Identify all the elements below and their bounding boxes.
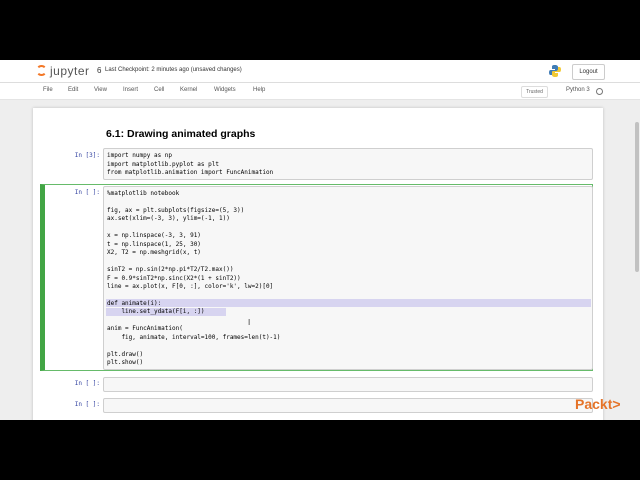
notebook-container: 6.1: Drawing animated graphs In [3]: imp… xyxy=(33,108,603,420)
cell-prompt: In [ ]: xyxy=(74,401,100,408)
jupyter-logo[interactable]: jupyter xyxy=(36,64,96,80)
cell-prompt: In [3]: xyxy=(74,152,100,159)
code-line: plt.show() xyxy=(107,359,144,366)
menu-view[interactable]: View xyxy=(94,87,107,93)
menu-file[interactable]: File xyxy=(43,87,53,93)
empty-code-cell[interactable] xyxy=(103,377,593,392)
logout-button[interactable]: Logout xyxy=(572,64,605,80)
code-line: plt.draw() xyxy=(107,350,144,358)
code-line: %matplotlib notebook xyxy=(107,190,180,197)
menu-insert[interactable]: Insert xyxy=(123,87,138,93)
code-line: def animate(i): xyxy=(107,299,162,307)
notebook-header: jupyter 6 Last Checkpoint: 2 minutes ago… xyxy=(0,60,640,83)
page-scrollbar[interactable] xyxy=(634,122,640,274)
python-logo-icon xyxy=(549,65,561,77)
text-cursor-icon: I xyxy=(248,318,251,327)
code-cell-imports[interactable]: import numpy as np import matplotlib.pyp… xyxy=(103,148,593,180)
empty-code-cell[interactable] xyxy=(103,398,593,413)
menu-bar: File Edit View Insert Cell Kernel Widget… xyxy=(0,83,640,100)
code-line: sinT2 = np.sin(2*np.pi*T2/T2.max()) xyxy=(107,266,234,274)
menu-cell[interactable]: Cell xyxy=(154,87,164,93)
packt-watermark: Packt> xyxy=(575,396,621,412)
trusted-badge[interactable]: Trusted xyxy=(521,86,548,98)
code-line: fig, animate, interval=100, frames=len(t… xyxy=(107,333,281,341)
logo-text: jupyter xyxy=(50,64,90,78)
cell-prompt: In [ ]: xyxy=(74,380,100,387)
menu-widgets[interactable]: Widgets xyxy=(214,87,236,93)
code-line: from matplotlib.animation import FuncAni… xyxy=(107,169,274,176)
code-line: line.set_ydata(F[i, :]) xyxy=(107,308,205,316)
code-line: import matplotlib.pyplot as plt xyxy=(107,160,219,168)
cell-prompt: In [ ]: xyxy=(74,189,100,196)
kernel-idle-icon xyxy=(596,88,603,95)
code-line: ax.set(xlim=(-3, 3), ylim=(-1, 1)) xyxy=(107,215,230,223)
code-line: fig, ax = plt.subplots(figsize=(5, 3)) xyxy=(107,206,245,214)
code-line: line = ax.plot(x, F[0, :], color='k', lw… xyxy=(107,282,274,290)
menu-help[interactable]: Help xyxy=(253,87,265,93)
browser-viewport: jupyter 6 Last Checkpoint: 2 minutes ago… xyxy=(0,60,640,420)
code-line: X2, T2 = np.meshgrid(x, t) xyxy=(107,249,201,257)
scrollbar-thumb[interactable] xyxy=(635,122,639,272)
code-line: anim = FuncAnimation( xyxy=(107,325,183,333)
menu-kernel[interactable]: Kernel xyxy=(180,87,197,93)
text-selection xyxy=(106,299,591,307)
kernel-name[interactable]: Python 3 xyxy=(566,87,590,93)
checkpoint-status: Last Checkpoint: 2 minutes ago (unsaved … xyxy=(105,67,242,73)
code-line: t = np.linspace(1, 25, 30) xyxy=(107,240,201,248)
code-cell-animation[interactable]: %matplotlib notebook fig, ax = plt.subplo… xyxy=(103,186,593,370)
notebook-name[interactable]: 6 xyxy=(97,66,101,75)
code-line: F = 0.9*sinT2*np.sinc(X2*(1 + sinT2)) xyxy=(107,274,241,282)
code-line: import numpy as np xyxy=(107,152,173,159)
markdown-heading[interactable]: 6.1: Drawing animated graphs xyxy=(106,128,255,140)
jupyter-ring-icon xyxy=(36,65,47,76)
code-line: x = np.linspace(-3, 3, 91) xyxy=(107,232,201,240)
menu-edit[interactable]: Edit xyxy=(68,87,78,93)
